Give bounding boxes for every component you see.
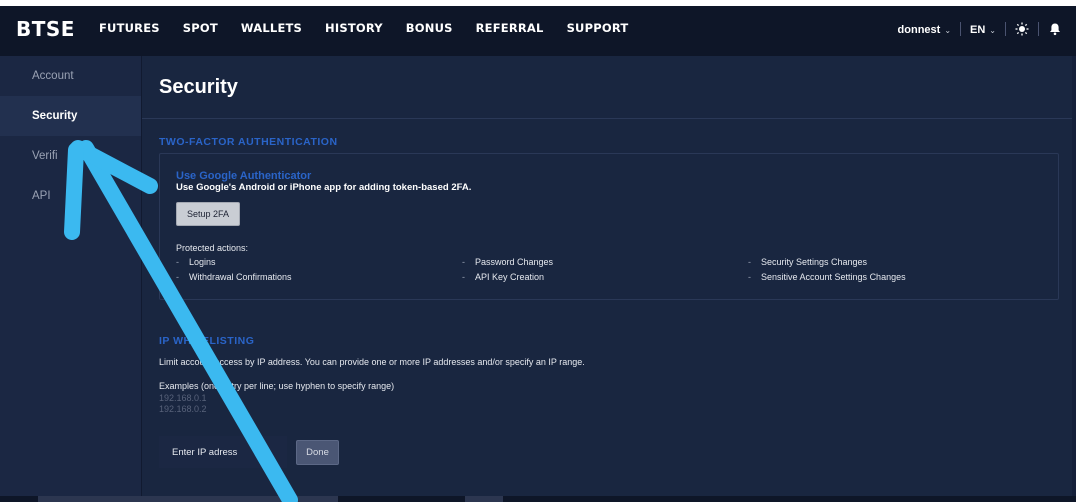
app-window: BTSE FUTURES SPOT WALLETS HISTORY BONUS … — [0, 6, 1076, 502]
protected-action-item: - Password Changes — [462, 257, 553, 267]
sun-icon[interactable] — [1015, 22, 1029, 36]
settings-sidebar: Account Security Verifi API — [0, 56, 142, 502]
divider — [1038, 22, 1039, 36]
nav-support[interactable]: SUPPORT — [567, 21, 629, 35]
top-navigation-bar: BTSE FUTURES SPOT WALLETS HISTORY BONUS … — [0, 6, 1076, 56]
nav-wallets[interactable]: WALLETS — [241, 21, 302, 35]
chevron-down-icon: ⌄ — [989, 26, 996, 35]
protected-action-label: Password Changes — [475, 257, 554, 267]
done-button[interactable]: Done — [296, 440, 339, 465]
chevron-down-icon: ⌄ — [944, 26, 952, 35]
main-nav: FUTURES SPOT WALLETS HISTORY BONUS REFER… — [99, 21, 651, 35]
google-authenticator-link[interactable]: Use Google Authenticator — [176, 170, 311, 182]
protected-action-item: - Security Settings Changes — [748, 257, 867, 267]
sidebar-item-security[interactable]: Security — [0, 96, 141, 136]
protected-action-item: - Withdrawal Confirmations — [176, 272, 292, 282]
ip-whitelisting-description: Limit account access by IP address. You … — [159, 357, 585, 367]
bullet-dash: - — [462, 272, 465, 282]
language-selector[interactable]: EN ⌄ — [970, 20, 996, 38]
bullet-dash: - — [748, 257, 751, 267]
user-menu[interactable]: donnest ⌄ — [898, 20, 951, 38]
sidebar-item-verification[interactable]: Verifi — [0, 136, 141, 176]
protected-action-label: Withdrawal Confirmations — [189, 272, 292, 282]
ip-whitelisting-section-title: IP WHITELISTING — [159, 335, 255, 347]
title-divider — [142, 118, 1072, 119]
protected-action-item: - Logins — [176, 257, 216, 267]
nav-bonus[interactable]: BONUS — [406, 21, 453, 35]
horizontal-scrollbar[interactable] — [0, 496, 1076, 502]
ip-example-value: 192.168.0.1 — [159, 393, 207, 403]
page-title: Security — [159, 76, 238, 98]
header-right-controls: donnest ⌄ EN ⌄ — [898, 20, 1062, 38]
bell-icon[interactable] — [1048, 22, 1062, 36]
protected-actions-label: Protected actions: — [176, 243, 249, 253]
sidebar-item-api[interactable]: API — [0, 176, 141, 216]
nav-spot[interactable]: SPOT — [183, 21, 218, 35]
two-factor-section-title: TWO-FACTOR AUTHENTICATION — [159, 136, 338, 148]
ip-address-input[interactable] — [159, 436, 287, 468]
nav-futures[interactable]: FUTURES — [99, 21, 160, 35]
main-content: Security TWO-FACTOR AUTHENTICATION Use G… — [142, 56, 1072, 502]
language-label: EN — [970, 24, 986, 36]
bullet-dash: - — [176, 257, 179, 267]
protected-action-item: - Sensitive Account Settings Changes — [748, 272, 906, 282]
ip-examples-label: Examples (one entry per line; use hyphen… — [159, 381, 395, 391]
two-factor-card: Use Google Authenticator Use Google's An… — [159, 153, 1059, 300]
scrollbar-thumb[interactable] — [38, 496, 338, 502]
bullet-dash: - — [462, 257, 465, 267]
brand-logo[interactable]: BTSE — [16, 17, 75, 41]
google-authenticator-description: Use Google's Android or iPhone app for a… — [176, 182, 472, 193]
bullet-dash: - — [176, 272, 179, 282]
username: donnest — [897, 24, 941, 36]
nav-referral[interactable]: REFERRAL — [476, 21, 544, 35]
divider — [960, 22, 962, 36]
protected-action-label: Sensitive Account Settings Changes — [761, 272, 906, 282]
ip-example-value: 192.168.0.2 — [159, 404, 207, 414]
setup-2fa-button[interactable]: Setup 2FA — [176, 202, 240, 226]
bullet-dash: - — [748, 272, 751, 282]
sidebar-item-account[interactable]: Account — [0, 56, 141, 96]
nav-history[interactable]: HISTORY — [325, 21, 383, 35]
scrollbar-thumb[interactable] — [465, 496, 503, 502]
protected-action-label: API Key Creation — [475, 272, 545, 282]
divider — [1005, 22, 1006, 36]
protected-action-item: - API Key Creation — [462, 272, 544, 282]
protected-action-label: Security Settings Changes — [761, 257, 868, 267]
protected-action-label: Logins — [189, 257, 216, 267]
